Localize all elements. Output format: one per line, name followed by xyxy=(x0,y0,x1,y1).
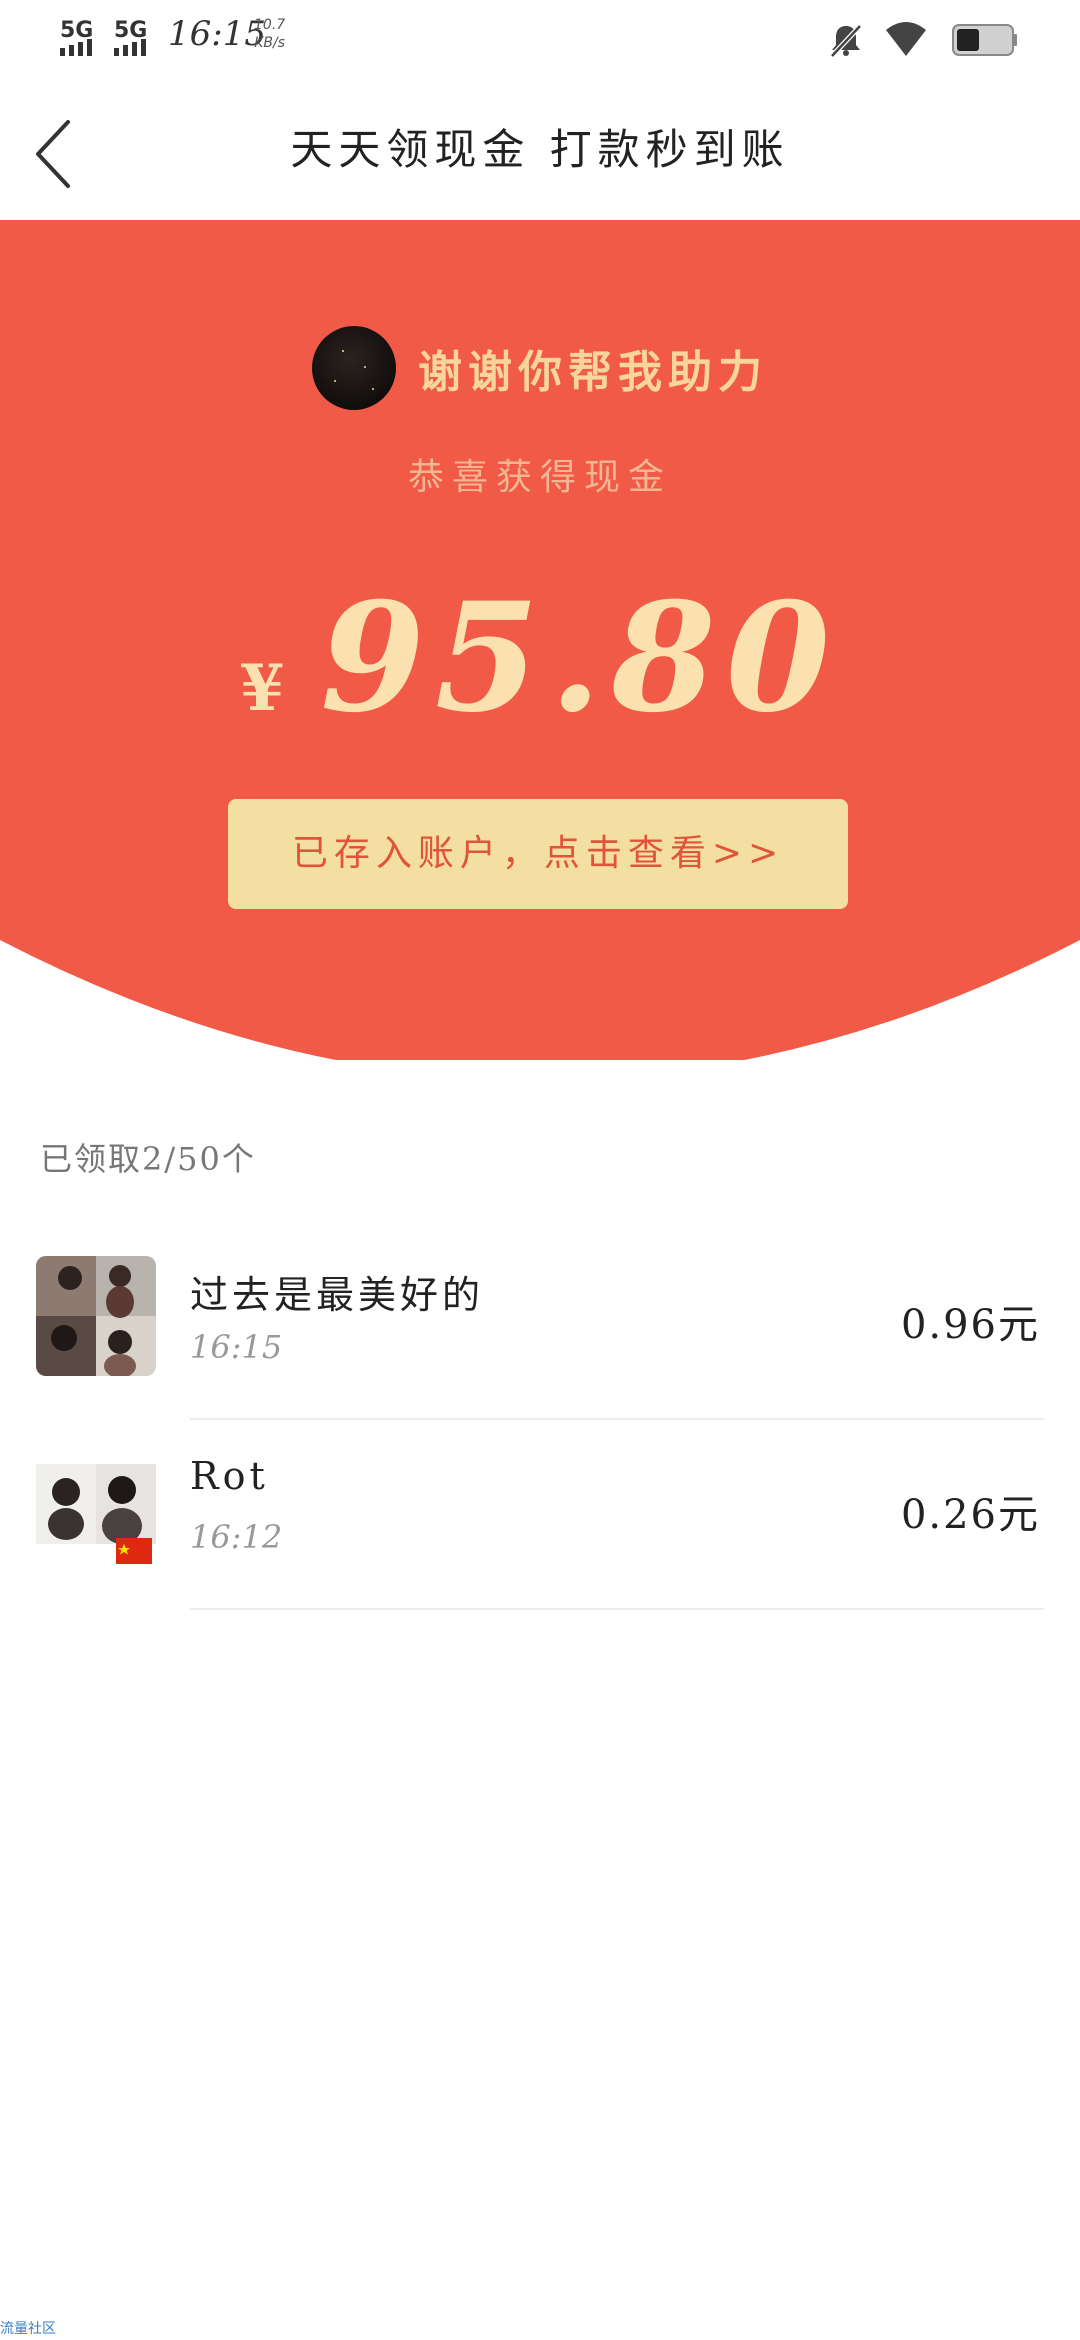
helper-row: 谢谢你帮我助力 xyxy=(0,326,1080,410)
item-name: Rot xyxy=(190,1454,269,1498)
claimed-count: 已领取2/50个 xyxy=(40,1140,256,1178)
status-time: 16:15 xyxy=(168,14,266,54)
page-title: 天天领现金 打款秒到账 xyxy=(290,125,790,174)
divider xyxy=(190,1608,1044,1610)
currency-symbol: ¥ xyxy=(239,651,285,726)
network-speed-value: 10.7 xyxy=(254,17,286,33)
chevron-left-icon xyxy=(36,120,70,188)
amount-row: ¥ 95.80 xyxy=(0,570,1080,746)
page: 5G 5G 16:15 10.7 KB/s 天天领现金 打款秒到账 谢谢你帮我助… xyxy=(0,0,1080,2340)
list-item[interactable]: 过去是最美好的 16:15 0.96元 xyxy=(0,1230,1080,1420)
network-speed: 10.7 KB/s xyxy=(254,16,285,52)
back-button[interactable] xyxy=(30,116,90,192)
view-account-button[interactable]: 已存入账户，点击查看>> xyxy=(228,799,848,909)
reward-amount: 95.80 xyxy=(320,570,841,746)
avatar xyxy=(36,1446,156,1566)
avatar xyxy=(312,326,396,410)
avatar-photo xyxy=(36,1446,156,1566)
item-time: 16:12 xyxy=(190,1518,283,1556)
network-speed-unit: KB/s xyxy=(254,35,285,51)
header: 天天领现金 打款秒到账 xyxy=(0,80,1080,220)
item-amount: 0.26元 xyxy=(900,1492,1040,1538)
item-name: 过去是最美好的 xyxy=(190,1273,485,1317)
signal-icon xyxy=(60,38,92,56)
status-bar: 5G 5G 16:15 10.7 KB/s xyxy=(0,0,1080,80)
claimed-list: 过去是最美好的 16:15 0.96元 Rot 16:12 0.26元 xyxy=(0,1230,1080,1610)
congrats-text: 恭喜获得现金 xyxy=(407,457,672,498)
list-item[interactable]: Rot 16:12 0.26元 xyxy=(0,1420,1080,1610)
mute-icon xyxy=(830,24,862,58)
battery-icon xyxy=(952,24,1017,56)
item-amount: 0.96元 xyxy=(900,1302,1040,1348)
wifi-icon xyxy=(886,22,926,56)
reward-banner: 谢谢你帮我助力 恭喜获得现金 ¥ 95.80 已存入账户，点击查看>> xyxy=(0,220,1080,1060)
avatar-photo xyxy=(36,1256,156,1376)
avatar xyxy=(36,1256,156,1376)
signal-icon xyxy=(114,38,146,56)
watermark: 流量社区 xyxy=(0,2321,56,2337)
thanks-text: 谢谢你帮我助力 xyxy=(418,347,768,398)
item-time: 16:15 xyxy=(190,1328,283,1366)
